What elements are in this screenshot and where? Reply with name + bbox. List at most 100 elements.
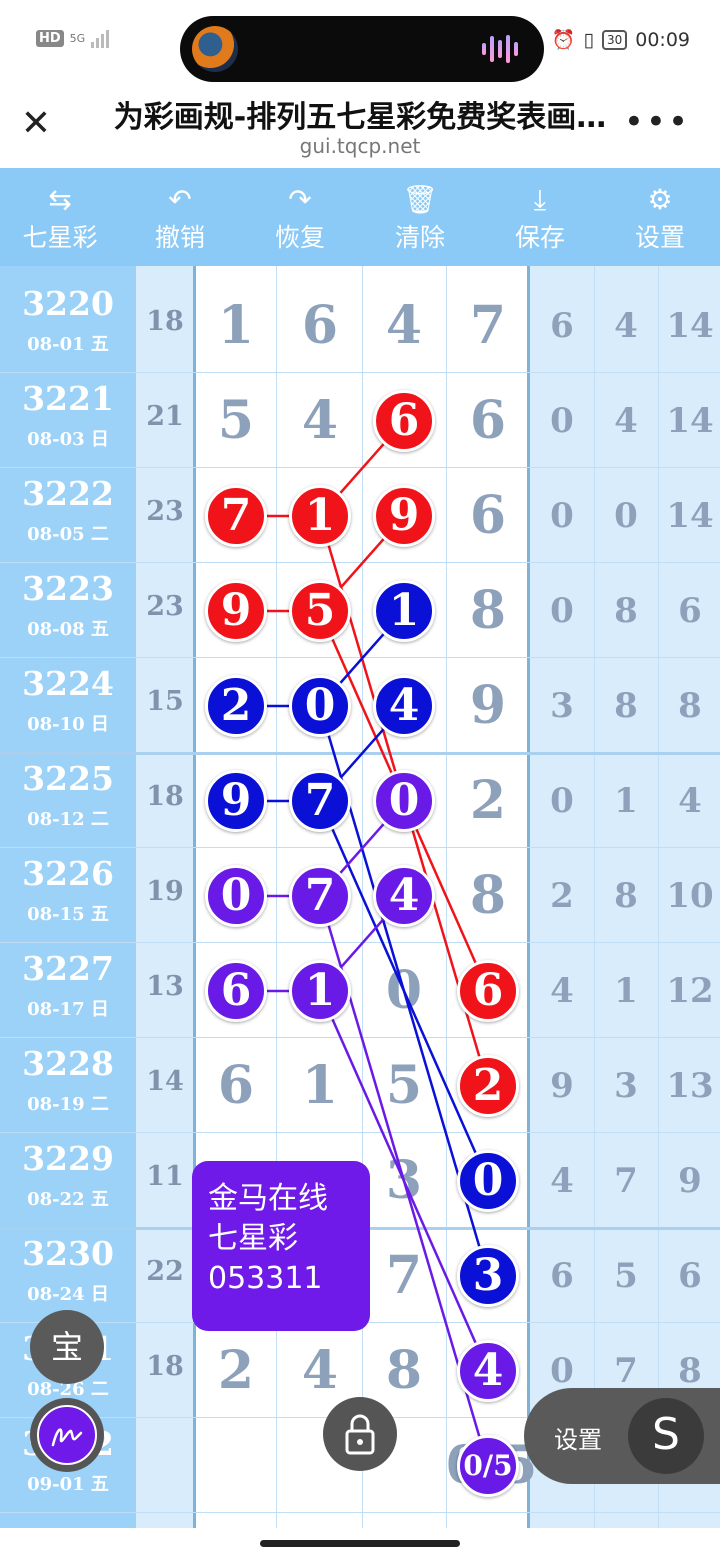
right-digit-cell: 4: [550, 971, 574, 1011]
browser-titlebar: ✕ 为彩画规-排列五七星彩免费奖表画… gui.tqcp.net •••: [0, 82, 720, 168]
download-icon: ⤓: [533, 183, 547, 216]
period-date: 08-24 日: [27, 1284, 109, 1305]
right-digit-cell: 4: [678, 781, 702, 821]
right-digit-cell: 0: [550, 591, 574, 631]
pen-icon: [37, 1405, 97, 1465]
sum-value: 13: [146, 971, 184, 1002]
highlight-ball[interactable]: 0/5: [457, 1435, 519, 1497]
right-digit-cell: 9: [678, 1161, 702, 1201]
highlight-ball[interactable]: 2: [205, 675, 267, 737]
digit-cell[interactable]: 5: [362, 1056, 446, 1116]
close-icon[interactable]: ✕: [18, 106, 54, 142]
right-digit-cell: 14: [666, 496, 714, 536]
right-digit-cell: 7: [614, 1161, 638, 1201]
tool-label: 恢复: [274, 223, 325, 252]
tool-settings[interactable]: ⚙ 设置: [600, 168, 720, 266]
redo-icon: ↷: [288, 183, 312, 216]
s-button[interactable]: S: [628, 1398, 704, 1474]
highlight-ball[interactable]: 4: [373, 675, 435, 737]
digit-cell[interactable]: 8: [362, 1341, 446, 1401]
note-line-3: 053311: [208, 1261, 323, 1296]
tool-clear[interactable]: 🗑 清除: [360, 168, 480, 266]
digit-cell[interactable]: 1: [278, 1056, 362, 1116]
tool-save[interactable]: ⤓ 保存: [480, 168, 600, 266]
settings-floating-panel[interactable]: 设置 S: [524, 1388, 720, 1484]
more-menu-icon[interactable]: •••: [624, 102, 690, 142]
digit-cell[interactable]: 3: [362, 1151, 446, 1211]
pen-button[interactable]: [30, 1398, 104, 1472]
settings-label[interactable]: 设置: [554, 1420, 602, 1455]
tool-lottery-switch[interactable]: ⇆ 七星彩: [0, 168, 120, 266]
highlight-ball[interactable]: 7: [289, 865, 351, 927]
digit-cell[interactable]: 6: [446, 486, 530, 546]
highlight-ball[interactable]: 5: [289, 580, 351, 642]
vibrate-icon: ▯: [583, 28, 594, 51]
right-digit-cell: 6: [678, 591, 702, 631]
signal-area: HD 5G: [36, 28, 110, 48]
table-row: 3228 08-19 二 14 615293 13: [0, 1038, 720, 1133]
highlight-ball[interactable]: 7: [205, 485, 267, 547]
highlight-ball[interactable]: 0: [205, 865, 267, 927]
period-date: 08-08 五: [27, 619, 109, 640]
highlight-ball[interactable]: 6: [457, 960, 519, 1022]
digit-cell[interactable]: 6: [446, 391, 530, 451]
sum-value: 11: [146, 1161, 184, 1192]
right-digit-cell: 2: [550, 876, 574, 916]
highlight-ball[interactable]: 4: [457, 1340, 519, 1402]
sum-value: 14: [146, 1066, 184, 1097]
right-digit-cell: 1: [614, 971, 638, 1011]
digit-cell[interactable]: 4: [278, 391, 362, 451]
home-indicator[interactable]: [260, 1540, 460, 1547]
digit-cell[interactable]: 5: [194, 391, 278, 451]
digit-cell[interactable]: 8: [446, 581, 530, 641]
sum-value: 23: [146, 496, 184, 527]
highlight-ball[interactable]: 7: [289, 770, 351, 832]
digit-cell[interactable]: 7: [446, 296, 530, 356]
lottery-chart[interactable]: 322008-01 五1816476414322108-03 日21546604…: [0, 266, 720, 1528]
highlight-ball[interactable]: 1: [373, 580, 435, 642]
period-number: 3229: [22, 1139, 114, 1178]
hd-badge: HD: [36, 29, 64, 47]
sum-value: 18: [146, 306, 184, 337]
highlight-ball[interactable]: 6: [205, 960, 267, 1022]
navigation-bar: [0, 1528, 720, 1560]
period-date: 08-03 日: [27, 429, 109, 450]
tool-label: 设置: [634, 223, 685, 252]
sum-value: 22: [146, 1256, 184, 1287]
lock-button[interactable]: [323, 1397, 397, 1471]
highlight-ball[interactable]: 4: [373, 865, 435, 927]
treasure-button[interactable]: 宝: [30, 1310, 104, 1384]
highlight-ball[interactable]: 9: [373, 485, 435, 547]
digit-cell[interactable]: 0: [362, 961, 446, 1021]
digit-cell[interactable]: 1: [194, 296, 278, 356]
dynamic-island[interactable]: [180, 16, 544, 82]
highlight-ball[interactable]: 9: [205, 770, 267, 832]
highlight-ball[interactable]: 1: [289, 960, 351, 1022]
highlight-ball[interactable]: 3: [457, 1245, 519, 1307]
highlight-ball[interactable]: 0: [457, 1150, 519, 1212]
digit-cell[interactable]: 9: [446, 676, 530, 736]
right-digit-cell: 13: [666, 1066, 714, 1106]
right-digit-cell: 9: [550, 1066, 574, 1106]
digit-cell[interactable]: 2: [194, 1341, 278, 1401]
highlight-ball[interactable]: 0: [289, 675, 351, 737]
right-digit-cell: 0: [614, 496, 638, 536]
tool-undo[interactable]: ↶ 撤销: [120, 168, 240, 266]
digit-cell[interactable]: 8: [446, 866, 530, 926]
tool-redo[interactable]: ↷ 恢复: [240, 168, 360, 266]
table-row: 3220 08-01 五 18 1 6 4 7 6 4 14: [0, 278, 720, 373]
highlight-ball[interactable]: 0: [373, 770, 435, 832]
trash-icon: 🗑: [402, 183, 438, 216]
digit-cell[interactable]: 2: [446, 771, 530, 831]
highlight-ball[interactable]: 6: [373, 390, 435, 452]
note-box[interactable]: 金马在线 七星彩 053311: [192, 1161, 370, 1331]
digit-cell[interactable]: 4: [278, 1341, 362, 1401]
period-date: 08-10 日: [27, 714, 109, 735]
digit-cell[interactable]: 7: [362, 1246, 446, 1306]
highlight-ball[interactable]: 2: [457, 1055, 519, 1117]
highlight-ball[interactable]: 9: [205, 580, 267, 642]
digit-cell[interactable]: 6: [194, 1056, 278, 1116]
digit-cell[interactable]: 4: [362, 296, 446, 356]
digit-cell[interactable]: 6: [278, 296, 362, 356]
highlight-ball[interactable]: 1: [289, 485, 351, 547]
